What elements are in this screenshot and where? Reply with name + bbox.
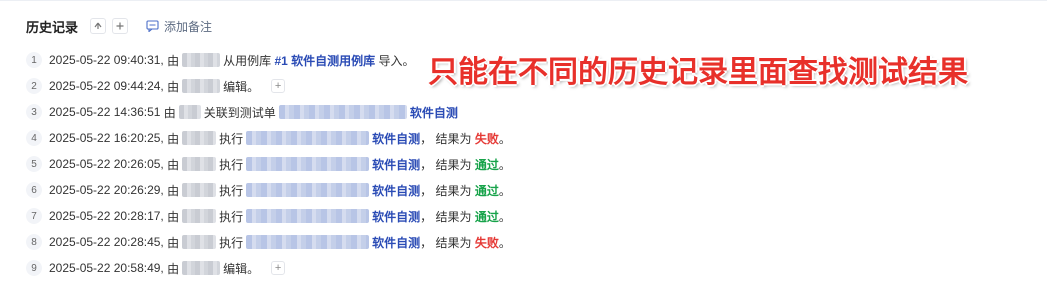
record-time: 2025-05-22 20:28:17, [49,209,164,223]
top-divider [0,0,1047,1]
record-by: 由 [167,157,180,172]
row-number: 9 [26,260,42,276]
result-label: ， 结果为 [420,235,472,250]
result-fail: 失败 [474,235,499,250]
redacted-test-plan [246,209,370,223]
history-row: 7 2025-05-22 20:28:17, 由 执行 软件自测 ， 结果为 通… [26,203,626,229]
history-row: 4 2025-05-22 16:20:25, 由 执行 软件自测 ， 结果为 失… [26,125,626,151]
annotation-overlay: 只能在不同的历史记录里面查找测试结果 [428,55,968,90]
redacted-test-plan [246,131,370,145]
test-plan-link[interactable]: 软件自测 [410,104,458,121]
result-dot: 。 [498,235,511,250]
redacted-user [182,209,217,223]
record-action: 编辑。 [223,79,260,94]
record-time: 2025-05-22 20:58:49, [49,261,164,275]
result-dot: 。 [498,157,511,172]
row-number: 6 [26,182,42,198]
redacted-user [182,157,217,171]
record-action: 编辑。 [223,261,260,276]
row-number: 7 [26,208,42,224]
history-row: 3 2025-05-22 14:36:51 由 关联到测试单 软件自测 [26,99,626,125]
redacted-user [182,261,221,275]
redacted-user [182,79,221,93]
record-by: 由 [167,235,180,250]
record-by: 由 [167,79,180,94]
record-time: 2025-05-22 20:26:29, [49,183,164,197]
test-plan-link[interactable]: 软件自测 [372,156,420,173]
history-title: 历史记录 [26,19,79,35]
redacted-user [182,235,217,249]
row-number: 1 [26,52,42,68]
row-number: 5 [26,156,42,172]
history-row: 5 2025-05-22 20:26:05, 由 执行 软件自测 ， 结果为 通… [26,151,626,177]
record-action: 执行 [219,209,244,224]
redacted-user [178,105,201,119]
record-action: 执行 [219,157,244,172]
history-panel: 历史记录 添加备注 1 2025-05-22 09:40:31, 由 从用例库 … [0,0,1047,289]
arrow-up-icon[interactable] [90,18,107,34]
test-plan-link[interactable]: 软件自测 [372,234,420,251]
record-action: 执行 [219,235,244,250]
record-by: 由 [167,53,180,68]
record-time: 2025-05-22 09:40:31, [49,53,164,67]
record-tail: 导入。 [378,53,415,68]
record-action: 从用例库 [223,53,272,68]
redacted-user [182,183,217,197]
record-time: 2025-05-22 20:28:45, [49,235,164,249]
test-plan-link[interactable]: 软件自测 [372,208,420,225]
plus-icon[interactable]: + [271,261,286,275]
add-note-label: 添加备注 [164,19,213,34]
record-time: 2025-05-22 09:44:24, [49,79,164,93]
result-label: ， 结果为 [420,183,472,198]
result-label: ， 结果为 [420,131,472,146]
history-row: 6 2025-05-22 20:26:29, 由 执行 软件自测 ， 结果为 通… [26,177,626,203]
plus-icon[interactable]: + [271,79,286,93]
redacted-test-plan [278,105,407,119]
add-note-button[interactable]: 添加备注 [146,18,212,35]
record-action: 执行 [219,131,244,146]
result-label: ， 结果为 [420,209,472,224]
redacted-test-plan [246,157,370,171]
result-fail: 失败 [474,131,499,146]
row-number: 8 [26,234,42,250]
redacted-test-plan [246,183,370,197]
plus-icon[interactable] [112,18,129,34]
record-action: 执行 [219,183,244,198]
record-action: 关联到测试单 [203,105,276,120]
result-pass: 通过 [474,157,499,172]
record-by: 由 [167,131,180,146]
redacted-user [182,53,221,67]
record-time: 2025-05-22 14:36:51 [49,105,161,119]
result-dot: 。 [498,131,511,146]
comment-icon [146,20,159,32]
redacted-user [182,131,217,145]
record-by: 由 [167,261,180,276]
row-number: 4 [26,130,42,146]
case-library-link[interactable]: #1 软件自测用例库 [274,52,375,69]
history-row: 8 2025-05-22 20:28:45, 由 执行 软件自测 ， 结果为 失… [26,229,626,255]
record-by: 由 [167,209,180,224]
result-label: ， 结果为 [420,157,472,172]
result-pass: 通过 [474,209,499,224]
test-plan-link[interactable]: 软件自测 [372,130,420,147]
result-pass: 通过 [474,183,499,198]
record-time: 2025-05-22 16:20:25, [49,131,164,145]
record-time: 2025-05-22 20:26:05, [49,157,164,171]
test-plan-link[interactable]: 软件自测 [372,182,420,199]
record-by: 由 [167,183,180,198]
history-header: 历史记录 添加备注 [26,13,212,39]
history-row: 9 2025-05-22 20:58:49, 由 编辑。 + [26,255,626,281]
row-number: 2 [26,78,42,94]
record-by: 由 [163,105,176,120]
result-dot: 。 [498,209,511,224]
result-dot: 。 [498,183,511,198]
redacted-test-plan [246,235,370,249]
row-number: 3 [26,104,42,120]
